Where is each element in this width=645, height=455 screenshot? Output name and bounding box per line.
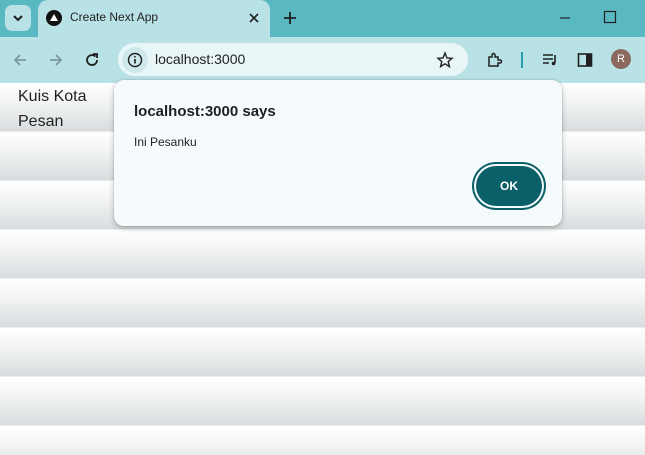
minimize-icon[interactable] xyxy=(557,10,573,26)
side-panel-icon[interactable] xyxy=(576,51,594,69)
nextjs-favicon-icon xyxy=(46,10,62,26)
page-line-kuis-kota: Kuis Kota xyxy=(18,88,87,105)
site-info-icon xyxy=(127,52,143,68)
bookmark-star-icon[interactable] xyxy=(436,51,454,69)
tab-search-button[interactable] xyxy=(5,5,31,31)
toolbar-separator xyxy=(521,52,523,68)
extensions-icon[interactable] xyxy=(486,51,504,69)
forward-icon[interactable] xyxy=(47,51,65,69)
alert-dialog: localhost:3000 says Ini Pesanku OK xyxy=(114,80,562,226)
tab-title: Create Next App xyxy=(70,10,159,24)
ok-button[interactable]: OK xyxy=(476,166,542,206)
tab-strip: Create Next App xyxy=(0,0,645,37)
back-icon[interactable] xyxy=(11,51,29,69)
close-tab-icon[interactable] xyxy=(248,12,260,24)
profile-avatar[interactable]: R xyxy=(611,49,631,69)
dialog-title: localhost:3000 says xyxy=(134,103,276,120)
media-queue-icon[interactable] xyxy=(541,51,559,69)
site-info-button[interactable] xyxy=(122,47,148,73)
dialog-message: Ini Pesanku xyxy=(134,135,197,149)
new-tab-icon[interactable] xyxy=(282,10,298,26)
browser-toolbar: localhost:3000 R xyxy=(0,37,645,83)
address-url[interactable]: localhost:3000 xyxy=(155,51,245,67)
browser-tab[interactable]: Create Next App xyxy=(38,0,270,37)
tab-search-icon xyxy=(13,15,23,22)
address-bar[interactable]: localhost:3000 xyxy=(118,43,468,76)
maximize-icon[interactable] xyxy=(603,10,617,24)
reload-icon[interactable] xyxy=(83,51,101,69)
page-line-pesan: Pesan xyxy=(18,113,64,130)
